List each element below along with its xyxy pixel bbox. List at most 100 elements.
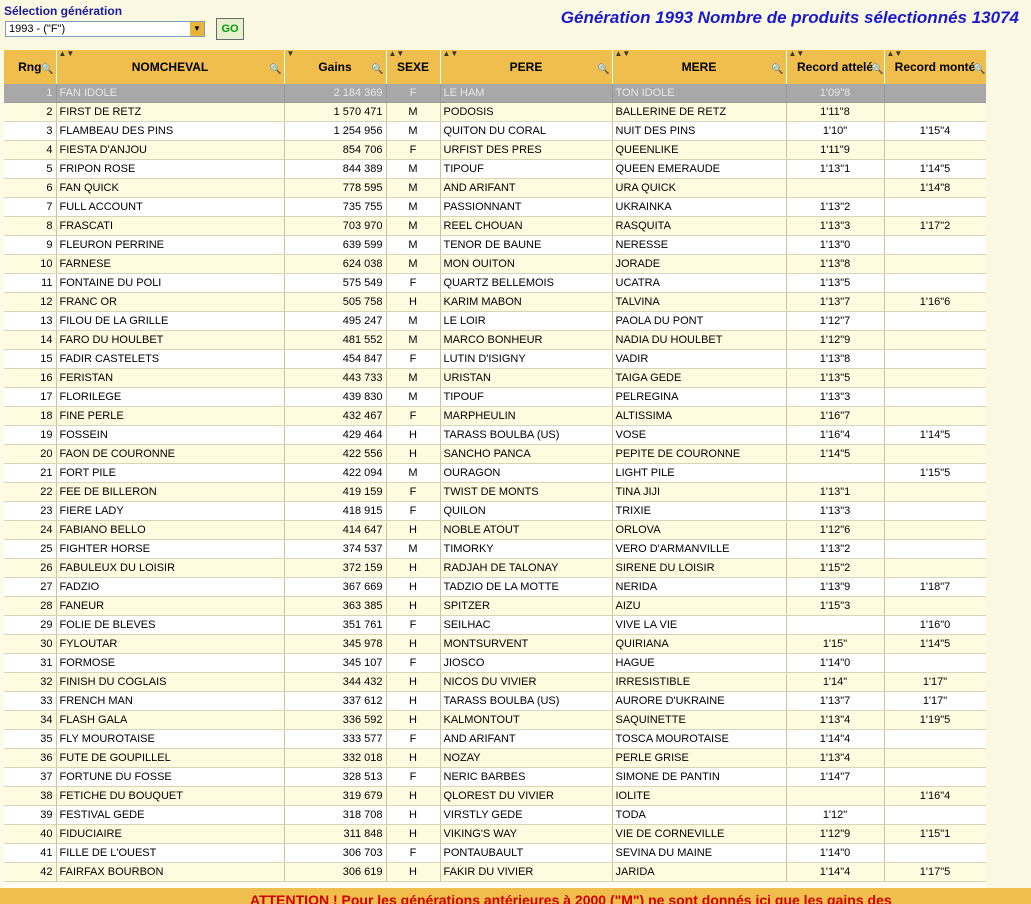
- rank-cell: 5: [4, 159, 57, 179]
- gains-cell: 454 847: [284, 349, 387, 369]
- sort-arrows-icon[interactable]: ▼: [287, 50, 295, 58]
- column-header-sire[interactable]: ▲▼ PERE 🔍: [440, 50, 613, 84]
- sort-arrows-icon[interactable]: ▲▼: [389, 50, 405, 58]
- sex-cell: H: [386, 425, 441, 445]
- sire-cell: MON OUITON: [440, 254, 613, 274]
- table-row[interactable]: 9 FLEURON PERRINE 639 599 M TENOR DE BAUNE NE…: [4, 235, 986, 255]
- table-row[interactable]: 11 FONTAINE DU POLI 575 549 F QUARTZ BELLEMO…: [4, 273, 986, 293]
- table-row[interactable]: 27 FADZIO 367 669 H TADZIO DE LA MOTTE NERIDA…: [4, 577, 986, 597]
- table-row[interactable]: 18 FINE PERLE 432 467 F MARPHEULIN ALTISSIMA 1…: [4, 406, 986, 426]
- column-header-record-ridden[interactable]: ▲▼ Record monté 🔍: [884, 50, 986, 84]
- table-row[interactable]: 37 FORTUNE DU FOSSE 328 513 F NERIC BARBES SI…: [4, 767, 986, 787]
- table-row[interactable]: 42 FAIRFAX BOURBON 306 619 H FAKIR DU VIVIER…: [4, 862, 986, 882]
- table-row[interactable]: 3 FLAMBEAU DES PINS 1 254 956 M QUITON DU CO…: [4, 121, 986, 141]
- table-row[interactable]: 16 FERISTAN 443 733 M URISTAN TAIGA GEDE 1'13"…: [4, 368, 986, 388]
- table-row[interactable]: 13 FILOU DE LA GRILLE 495 247 M LE LOIR PAOLA…: [4, 311, 986, 331]
- table-row[interactable]: 35 FLY MOUROTAISE 333 577 F AND ARIFANT TOSCA…: [4, 729, 986, 749]
- table-row[interactable]: 21 FORT PILE 422 094 M OURAGON LIGHT PILE 1'15…: [4, 463, 986, 483]
- record-harness-cell: 1'12"9: [786, 824, 885, 844]
- sort-arrows-icon[interactable]: ▲▼: [887, 50, 903, 58]
- record-harness-cell: 1'13"3: [786, 216, 885, 236]
- record-ridden-cell: [884, 368, 986, 388]
- table-row[interactable]: 36 FUTE DE GOUPILLEL 332 018 H NOZAY PERLE GR…: [4, 748, 986, 768]
- table-row[interactable]: 2 FIRST DE RETZ 1 570 471 M PODOSIS BALLERINE…: [4, 102, 986, 122]
- record-harness-cell: 1'14"4: [786, 862, 885, 882]
- record-ridden-cell: [884, 102, 986, 122]
- name-cell: FETICHE DU BOUQUET: [56, 786, 285, 806]
- table-row[interactable]: 19 FOSSEIN 429 464 H TARASS BOULBA (US) VOSE 1…: [4, 425, 986, 445]
- table-row[interactable]: 23 FIERE LADY 418 915 F QUILON TRIXIE 1'13"3: [4, 501, 986, 521]
- generation-select[interactable]: 1993 - ("F") ▼: [5, 21, 205, 37]
- table-row[interactable]: 38 FETICHE DU BOUQUET 319 679 H QLOREST DU V…: [4, 786, 986, 806]
- table-row[interactable]: 12 FRANC OR 505 758 H KARIM MABON TALVINA 1'13…: [4, 292, 986, 312]
- table-row[interactable]: 24 FABIANO BELLO 414 647 H NOBLE ATOUT ORLOVA…: [4, 520, 986, 540]
- dam-cell: VIE DE CORNEVILLE: [612, 824, 787, 844]
- table-row[interactable]: 10 FARNESE 624 038 M MON OUITON JORADE 1'13"8: [4, 254, 986, 274]
- sex-cell: H: [386, 292, 441, 312]
- table-header-row: Rng 🔍 ▲▼ NOMCHEVAL 🔍 ▼ Gains 🔍 ▲▼ SEXE ▲▼ PERE 🔍…: [4, 50, 986, 84]
- table-row[interactable]: 32 FINISH DU COGLAIS 344 432 H NICOS DU VIVI…: [4, 672, 986, 692]
- name-cell: FILOU DE LA GRILLE: [56, 311, 285, 331]
- table-row[interactable]: 1 FAN IDOLE 2 184 369 F LE HAM TON IDOLE 1'09"…: [4, 84, 986, 103]
- table-row[interactable]: 29 FOLIE DE BLEVES 351 761 F SEILHAC VIVE LA …: [4, 615, 986, 635]
- filter-magnifier-icon[interactable]: 🔍: [269, 64, 281, 75]
- table-row[interactable]: 22 FEE DE BILLERON 419 159 F TWIST DE MONTS T…: [4, 482, 986, 502]
- results-grid: Rng 🔍 ▲▼ NOMCHEVAL 🔍 ▼ Gains 🔍 ▲▼ SEXE ▲▼ PERE 🔍…: [4, 50, 986, 888]
- table-row[interactable]: 34 FLASH GALA 336 592 H KALMONTOUT SAQUINETTE…: [4, 710, 986, 730]
- rank-cell: 11: [4, 273, 57, 293]
- sex-cell: M: [386, 216, 441, 236]
- table-row[interactable]: 8 FRASCATI 703 970 M REEL CHOUAN RASQUITA 1'13…: [4, 216, 986, 236]
- filter-magnifier-icon[interactable]: 🔍: [871, 64, 883, 75]
- table-row[interactable]: 25 FIGHTER HORSE 374 537 M TIMORKY VERO D'ARM…: [4, 539, 986, 559]
- table-row[interactable]: 17 FLORILEGE 439 830 M TIPOUF PELREGINA 1'13"3: [4, 387, 986, 407]
- sire-cell: VIRSTLY GEDE: [440, 805, 613, 825]
- table-row[interactable]: 4 FIESTA D'ANJOU 854 706 F URFIST DES PRES QU…: [4, 140, 986, 160]
- rank-cell: 35: [4, 729, 57, 749]
- column-header-record-harness[interactable]: ▲▼ Record attelé 🔍: [786, 50, 885, 84]
- table-row[interactable]: 31 FORMOSE 345 107 F JIOSCO HAGUE 1'14"0: [4, 653, 986, 673]
- table-row[interactable]: 30 FYLOUTAR 345 978 H MONTSURVENT QUIRIANA 1'1…: [4, 634, 986, 654]
- sort-arrows-icon[interactable]: ▲▼: [59, 50, 75, 58]
- sort-arrows-icon[interactable]: ▲▼: [615, 50, 631, 58]
- dam-cell: NERIDA: [612, 577, 787, 597]
- table-row[interactable]: 5 FRIPON ROSE 844 389 M TIPOUF QUEEN EMERAUDE…: [4, 159, 986, 179]
- sort-arrows-icon[interactable]: ▲▼: [443, 50, 459, 58]
- sire-cell: TIMORKY: [440, 539, 613, 559]
- rank-cell: 36: [4, 748, 57, 768]
- column-header-sex[interactable]: ▲▼ SEXE: [386, 50, 441, 84]
- filter-magnifier-icon[interactable]: 🔍: [371, 64, 383, 75]
- go-button[interactable]: GO: [216, 18, 244, 40]
- column-header-name[interactable]: ▲▼ NOMCHEVAL 🔍: [56, 50, 285, 84]
- filter-magnifier-icon[interactable]: 🔍: [41, 64, 53, 75]
- sire-cell: PONTAUBAULT: [440, 843, 613, 863]
- dropdown-arrow-icon[interactable]: ▼: [190, 22, 204, 36]
- gains-cell: 505 758: [284, 292, 387, 312]
- sire-cell: KARIM MABON: [440, 292, 613, 312]
- column-header-gains[interactable]: ▼ Gains 🔍: [284, 50, 387, 84]
- table-row[interactable]: 14 FARO DU HOULBET 481 552 M MARCO BONHEUR NA…: [4, 330, 986, 350]
- filter-magnifier-icon[interactable]: 🔍: [973, 64, 985, 75]
- name-cell: FIESTA D'ANJOU: [56, 140, 285, 160]
- table-row[interactable]: 28 FANEUR 363 385 H SPITZER AIZU 1'15"3: [4, 596, 986, 616]
- column-header-rank[interactable]: Rng 🔍: [4, 50, 57, 84]
- column-header-dam[interactable]: ▲▼ MERE 🔍: [612, 50, 787, 84]
- table-row[interactable]: 20 FAON DE COURONNE 422 556 H SANCHO PANCA PE…: [4, 444, 986, 464]
- table-row[interactable]: 15 FADIR CASTELETS 454 847 F LUTIN D'ISIGNY V…: [4, 349, 986, 369]
- table-row[interactable]: 41 FILLE DE L'OUEST 306 703 F PONTAUBAULT SEV…: [4, 843, 986, 863]
- table-row[interactable]: 39 FESTIVAL GEDE 318 708 H VIRSTLY GEDE TODA 1…: [4, 805, 986, 825]
- record-ridden-cell: 1'17"2: [884, 216, 986, 236]
- table-row[interactable]: 40 FIDUCIAIRE 311 848 H VIKING'S WAY VIE DE C…: [4, 824, 986, 844]
- filter-magnifier-icon[interactable]: 🔍: [771, 64, 783, 75]
- sort-arrows-icon[interactable]: ▲▼: [789, 50, 805, 58]
- table-row[interactable]: 26 FABULEUX DU LOISIR 372 159 H RADJAH DE TA…: [4, 558, 986, 578]
- table-row[interactable]: 7 FULL ACCOUNT 735 755 M PASSIONNANT UKRAINKA…: [4, 197, 986, 217]
- dam-cell: QUEEN EMERAUDE: [612, 159, 787, 179]
- table-row[interactable]: 33 FRENCH MAN 337 612 H TARASS BOULBA (US) AU…: [4, 691, 986, 711]
- sex-cell: F: [386, 406, 441, 426]
- sex-cell: H: [386, 634, 441, 654]
- table-row[interactable]: 6 FAN QUICK 778 595 M AND ARIFANT URA QUICK 1'…: [4, 178, 986, 198]
- sex-cell: M: [386, 330, 441, 350]
- filter-magnifier-icon[interactable]: 🔍: [597, 64, 609, 75]
- record-ridden-cell: [884, 653, 986, 673]
- rank-cell: 8: [4, 216, 57, 236]
